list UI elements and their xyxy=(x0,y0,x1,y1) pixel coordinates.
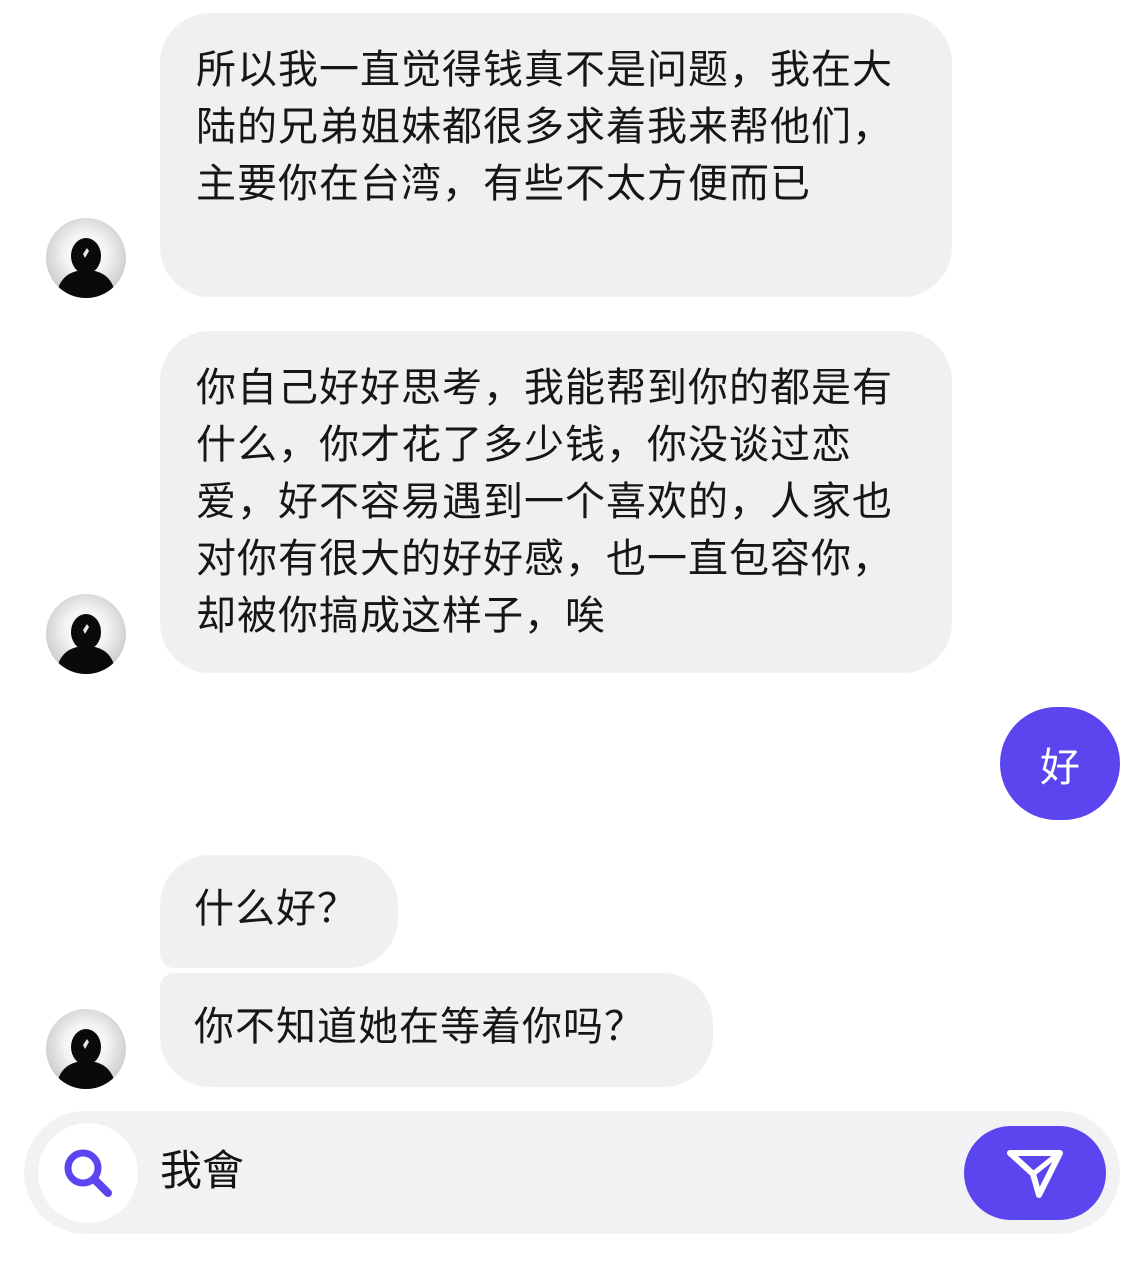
message-text: 你自己好好思考，我能帮到你的都是有什么，你才花了多少钱，你没谈过恋爱，好不容易遇… xyxy=(196,365,893,639)
send-button[interactable] xyxy=(964,1126,1106,1220)
avatar[interactable] xyxy=(46,1009,126,1089)
search-icon xyxy=(64,1149,112,1197)
paper-plane-icon xyxy=(1007,1150,1063,1198)
message-input[interactable]: 我會 xyxy=(160,1143,244,1199)
person-silhouette-icon xyxy=(56,1029,116,1089)
message-text: 你不知道她在等着你吗？ xyxy=(194,1004,645,1050)
sent-message-bubble: 好 xyxy=(1000,707,1120,820)
received-message-bubble: 你自己好好思考，我能帮到你的都是有什么，你才花了多少钱，你没谈过恋爱，好不容易遇… xyxy=(160,331,952,673)
message-text: 所以我一直觉得钱真不是问题，我在大陆的兄弟姐妹都很多求着我来帮他们，主要你在台湾… xyxy=(196,47,893,207)
message-text: 好 xyxy=(1040,744,1080,791)
person-silhouette-icon xyxy=(56,238,116,298)
received-message-bubble: 所以我一直觉得钱真不是问题，我在大陆的兄弟姐妹都很多求着我来帮他们，主要你在台湾… xyxy=(160,13,952,297)
avatar[interactable] xyxy=(46,594,126,674)
person-silhouette-icon xyxy=(56,614,116,674)
received-message-bubble: 你不知道她在等着你吗？ xyxy=(160,973,713,1087)
message-text: 什么好？ xyxy=(194,886,358,932)
message-composer: 我會 xyxy=(24,1111,1120,1234)
avatar[interactable] xyxy=(46,218,126,298)
search-button[interactable] xyxy=(38,1123,138,1223)
received-message-bubble: 什么好？ xyxy=(160,855,398,968)
